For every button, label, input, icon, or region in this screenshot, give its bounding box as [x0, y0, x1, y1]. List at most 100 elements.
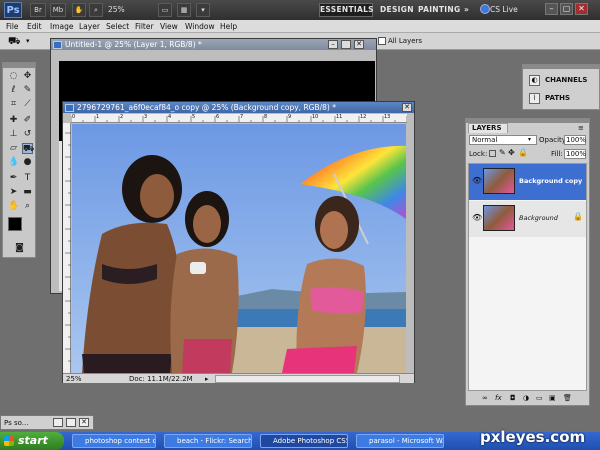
lasso-icon[interactable]: ℓ [8, 85, 19, 96]
workspace-essentials[interactable]: ESSENTIALS [319, 3, 374, 17]
menu-file[interactable]: File [6, 20, 19, 33]
dock-grip[interactable] [523, 65, 599, 69]
lock-image-icon[interactable]: ✎ [499, 148, 506, 157]
hand-tool-icon[interactable]: ✋ [8, 201, 19, 212]
blend-mode-chevron-down-icon[interactable]: ▾ [528, 136, 531, 143]
doc-close-icon[interactable]: ✕ [402, 103, 412, 112]
menu-window[interactable]: Window [185, 20, 215, 33]
menu-edit[interactable]: Edit [27, 20, 42, 33]
menu-help[interactable]: Help [220, 20, 237, 33]
paths-panel-button[interactable]: PATHS [545, 94, 570, 102]
zoom-tool-icon[interactable]: ⌕ [89, 3, 103, 17]
history-brush-icon[interactable]: ↺ [22, 129, 33, 140]
paths-icon[interactable]: ⌇ [529, 93, 540, 104]
zoom-level[interactable]: 25% [108, 3, 125, 17]
eyedropper-icon[interactable]: ⟋ [22, 99, 33, 110]
status-zoom[interactable]: 25% [66, 374, 82, 384]
shape-icon[interactable]: ▬ [22, 187, 33, 198]
quick-selection-icon[interactable]: ✎ [22, 85, 33, 96]
restore-icon[interactable] [53, 418, 63, 427]
layer-name[interactable]: Background [519, 214, 558, 222]
paint-bucket-icon[interactable]: ⛟ [8, 35, 24, 48]
layer-name[interactable]: Background copy [519, 177, 582, 185]
cs-live-menu[interactable]: CS Live [490, 3, 518, 17]
menu-view[interactable]: View [160, 20, 178, 33]
adjustment-layer-icon[interactable]: ◑ [523, 394, 529, 402]
eraser-icon[interactable]: ▱ [8, 143, 19, 154]
lock-transparent-icon[interactable] [489, 150, 496, 157]
screen-mode-icon[interactable]: ▭ [158, 3, 172, 17]
task-parasol-word[interactable]: parasol - Microsoft W... [356, 434, 444, 448]
blur-icon[interactable]: 💧 [8, 157, 19, 168]
layer-style-icon[interactable]: fx [495, 394, 502, 402]
link-layers-icon[interactable]: ∞ [482, 394, 488, 402]
minimized-document[interactable]: Ps so... ✕ [0, 415, 94, 430]
path-selection-icon[interactable]: ➤ [8, 187, 19, 198]
paint-bucket-tool-icon[interactable]: ⛟ [22, 143, 34, 154]
status-menu-arrow-icon[interactable]: ▸ [205, 375, 209, 383]
close-icon[interactable]: ✕ [79, 418, 89, 427]
minimize-icon[interactable]: – [545, 3, 558, 15]
mini-bridge-button[interactable]: Mb [50, 3, 66, 17]
task-photoshop-contest[interactable]: photoshop contest o... [72, 434, 156, 448]
new-group-icon[interactable]: ▭ [536, 394, 543, 402]
document-title-photo[interactable]: 2796729761_a6f0ecaf84_o copy @ 25% (Back… [63, 102, 414, 113]
move-icon[interactable]: ✥ [22, 71, 33, 82]
screen-mode-dropdown-icon[interactable]: ▾ [196, 3, 210, 17]
task-flickr-search[interactable]: beach - Flickr: Search... [164, 434, 252, 448]
horizontal-scrollbar[interactable] [215, 375, 400, 383]
dodge-icon[interactable]: ● [22, 157, 33, 168]
ruler-tick-label: 6 [216, 114, 220, 120]
opacity-input[interactable]: 100% [564, 135, 586, 145]
menu-image[interactable]: Image [50, 20, 74, 33]
channels-panel-button[interactable]: CHANNELS [545, 76, 587, 84]
clone-stamp-icon[interactable]: ⊥ [8, 129, 19, 140]
doc-minimize-icon[interactable]: – [328, 40, 338, 49]
eye-icon[interactable]: 👁 [472, 213, 482, 222]
lock-position-icon[interactable]: ✥ [508, 148, 515, 157]
delete-layer-icon[interactable]: 🗑 [563, 394, 572, 402]
channels-icon[interactable]: ◐ [529, 75, 540, 86]
tool-preset-dropdown-icon[interactable]: ▾ [26, 35, 34, 48]
add-mask-icon[interactable]: ◘ [510, 394, 516, 402]
menu-select[interactable]: Select [106, 20, 129, 33]
type-icon[interactable]: T [22, 173, 33, 184]
zoom-icon[interactable]: ⌕ [22, 201, 33, 212]
brush-icon[interactable]: ✐ [22, 115, 33, 126]
doc-close-icon[interactable]: ✕ [354, 40, 364, 49]
eye-icon[interactable]: 👁 [472, 176, 482, 185]
crop-icon[interactable]: ⌗ [8, 99, 19, 110]
lock-all-icon[interactable]: 🔒 [518, 148, 528, 157]
tools-panel-grip[interactable] [3, 63, 35, 68]
canvas-photo[interactable] [72, 124, 406, 373]
doc-restore-icon[interactable] [341, 40, 351, 49]
blend-mode-select[interactable]: Normal [469, 135, 537, 145]
close-icon[interactable]: ✕ [575, 3, 588, 15]
bridge-button[interactable]: Br [30, 3, 46, 17]
fill-input[interactable]: 100% [564, 149, 586, 159]
healing-brush-icon[interactable]: ✚ [8, 115, 19, 126]
layer-row-background-copy[interactable]: 👁 Background copy [469, 164, 586, 200]
workspace-design[interactable]: DESIGN [380, 3, 413, 17]
new-layer-icon[interactable]: ▣ [549, 394, 556, 402]
hand-icon[interactable]: ✋ [72, 3, 86, 17]
menu-filter[interactable]: Filter [135, 20, 154, 33]
marquee-icon[interactable]: ◌ [8, 71, 19, 82]
foreground-color-swatch[interactable] [8, 217, 22, 231]
task-adobe-photoshop[interactable]: Adobe Photoshop CS5 [260, 434, 348, 448]
workspace-painting[interactable]: PAINTING [418, 3, 460, 17]
maximize-icon[interactable] [66, 418, 76, 427]
quick-mask-icon[interactable]: ◙ [14, 243, 25, 254]
panel-menu-icon[interactable]: ≡ [578, 124, 584, 132]
minimized-document-label[interactable]: Ps so... [4, 418, 28, 428]
workspace-more-icon[interactable]: » [464, 3, 476, 17]
arrange-documents-icon[interactable]: ▦ [177, 3, 191, 17]
photoshop-logo: Ps [4, 2, 22, 18]
document-window-photo[interactable]: 2796729761_a6f0ecaf84_o copy @ 25% (Back… [62, 101, 415, 383]
layer-row-background[interactable]: 👁 Background 🔒 [469, 201, 586, 237]
maximize-icon[interactable]: ▢ [560, 3, 573, 15]
pen-icon[interactable]: ✒ [8, 173, 19, 184]
menu-layer[interactable]: Layer [79, 20, 100, 33]
all-layers-checkbox[interactable] [378, 37, 386, 45]
tab-layers[interactable]: LAYERS [468, 123, 508, 133]
